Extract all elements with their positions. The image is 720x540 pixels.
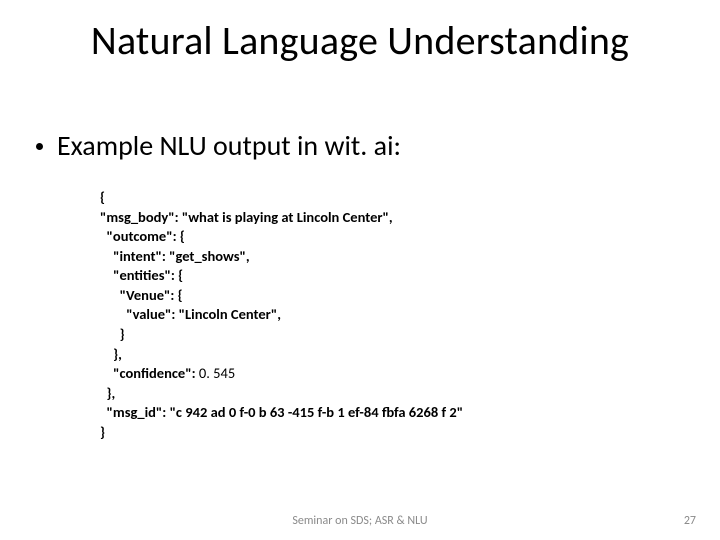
bullet-icon [36, 143, 43, 150]
code-line: "Venue": { [100, 286, 183, 304]
code-line: } [100, 325, 125, 343]
code-value: 0. 545 [199, 364, 235, 382]
code-line: } [100, 423, 105, 441]
slide-title: Natural Language Understanding [0, 16, 720, 65]
page-number: 27 [684, 514, 696, 528]
slide: Natural Language Understanding Example N… [0, 0, 720, 540]
code-line: "entities": { [100, 266, 183, 284]
code-line: "intent": "get_shows", [100, 247, 250, 265]
bullet-text: Example NLU output in wit. ai: [57, 128, 401, 163]
code-line: "msg_body": "what is playing at Lincoln … [100, 208, 393, 226]
code-block: { "msg_body": "what is playing at Lincol… [100, 188, 463, 442]
code-line: "outcome": { [100, 227, 185, 245]
bullet-row: Example NLU output in wit. ai: [36, 128, 401, 163]
code-line: }, [100, 345, 122, 363]
code-line: }, [100, 384, 115, 402]
code-line: "confidence": [100, 364, 199, 382]
code-line: "value": "Lincoln Center", [100, 305, 281, 323]
footer-text: Seminar on SDS; ASR & NLU [0, 514, 720, 528]
code-line: { [100, 188, 105, 206]
code-line: "msg_id": "c 942 ad 0 f-0 b 63 -415 f-b … [100, 403, 463, 421]
